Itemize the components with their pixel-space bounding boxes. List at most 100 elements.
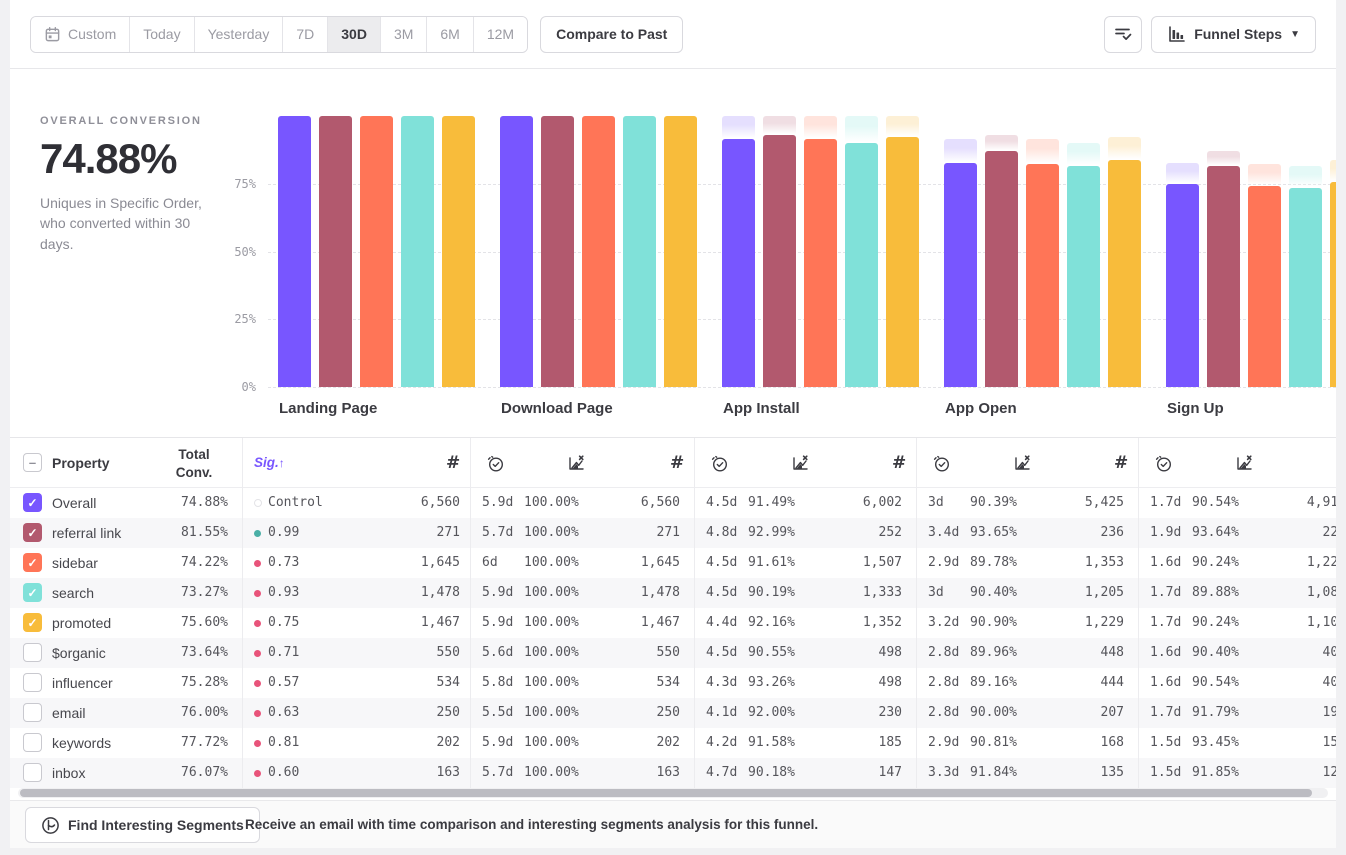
property-label: referral link xyxy=(52,518,121,548)
step-count-1: 550 xyxy=(340,638,460,668)
view-selector-label: Funnel Steps xyxy=(1194,26,1282,42)
find-interesting-segments-button[interactable]: Find Interesting Segments xyxy=(25,807,260,843)
step-time-3: 4.1d xyxy=(706,698,737,728)
checkbox-checked[interactable]: ✓ xyxy=(23,583,42,602)
step-time-5: 1.7d xyxy=(1150,578,1181,608)
property-label: $organic xyxy=(52,638,106,668)
horizontal-scrollbar-track[interactable] xyxy=(18,788,1328,798)
compare-to-past-label: Compare to Past xyxy=(556,26,667,42)
step-count-1: 1,645 xyxy=(340,548,460,578)
bar-ghost-Overall-3 xyxy=(944,139,977,163)
chart-bar-Overall-4[interactable] xyxy=(1166,184,1199,387)
chart-bar-search-4[interactable] xyxy=(1289,188,1322,387)
step-time-3: 4.8d xyxy=(706,518,737,548)
chart-bar-promoted-1[interactable] xyxy=(664,116,697,387)
column-header-conversion-3 conversion-chart-icon[interactable] xyxy=(790,438,810,488)
step-count-4: 444 xyxy=(1004,668,1124,698)
toolbar-right: Funnel Steps ▼ xyxy=(1104,16,1316,53)
chart-bar-sidebar-4[interactable] xyxy=(1248,186,1281,387)
column-header-time-5 stopwatch-check-icon[interactable] xyxy=(1154,438,1173,488)
step-time-2: 5.8d xyxy=(482,668,513,698)
funnel-step-label-1: Landing Page xyxy=(279,400,377,417)
date-range-yesterday[interactable]: Yesterday xyxy=(195,17,284,52)
significance-dot-low xyxy=(254,620,261,627)
column-header-sig[interactable]: Sig.↑ xyxy=(254,438,285,488)
column-header-conversion-2 conversion-chart-icon[interactable] xyxy=(566,438,586,488)
step-count-2: 1,467 xyxy=(560,608,680,638)
property-label: search xyxy=(52,578,94,608)
step-count-4: 207 xyxy=(1004,698,1124,728)
filter-check-icon[interactable] xyxy=(1104,16,1142,53)
chart-bar-promoted-2[interactable] xyxy=(886,137,919,387)
checkbox-checked[interactable]: ✓ xyxy=(23,553,42,572)
date-range-custom[interactable]: Custom xyxy=(31,17,130,52)
chart-bar-Overall-0[interactable] xyxy=(278,116,311,387)
column-header-conversion-4 conversion-chart-icon[interactable] xyxy=(1012,438,1032,488)
sig-value: 0.63 xyxy=(268,698,299,728)
checkbox-checked[interactable]: ✓ xyxy=(23,493,42,512)
column-header-count-2[interactable]: # xyxy=(670,438,684,488)
date-range-7d[interactable]: 7D xyxy=(283,17,328,52)
chart-bar-promoted-0[interactable] xyxy=(442,116,475,387)
checkbox-unchecked[interactable] xyxy=(23,733,42,752)
column-header-count-3[interactable]: # xyxy=(892,438,906,488)
sig-value: 0.57 xyxy=(268,668,299,698)
chart-bar-Overall-3[interactable] xyxy=(944,163,977,387)
bar-ghost-sidebar-2 xyxy=(804,116,837,139)
date-range-label: 12M xyxy=(487,26,514,42)
compare-to-past-button[interactable]: Compare to Past xyxy=(540,16,683,53)
chart-bar-sidebar-0[interactable] xyxy=(360,116,393,387)
step-count-5: 4,912 xyxy=(1226,488,1336,518)
checkbox-unchecked[interactable] xyxy=(23,643,42,662)
checkbox-unchecked[interactable] xyxy=(23,703,42,722)
chart-bar-referral-link-2[interactable] xyxy=(763,135,796,387)
column-header-count-1[interactable]: # xyxy=(446,438,460,488)
chart-bar-referral-link-1[interactable] xyxy=(541,116,574,387)
checkbox-checked[interactable]: ✓ xyxy=(23,523,42,542)
step-time-3: 4.5d xyxy=(706,638,737,668)
chart-bar-Overall-1[interactable] xyxy=(500,116,533,387)
column-header-time-2 stopwatch-check-icon[interactable] xyxy=(486,438,505,488)
chart-bar-search-1[interactable] xyxy=(623,116,656,387)
step-count-3: 6,002 xyxy=(782,488,902,518)
sig-value: 0.60 xyxy=(268,758,299,788)
step-time-4: 3.3d xyxy=(928,758,959,788)
date-range-label: 7D xyxy=(296,26,314,42)
date-range-30d[interactable]: 30D xyxy=(328,17,381,52)
checkbox-unchecked[interactable] xyxy=(23,673,42,692)
bar-ghost-referral-link-2 xyxy=(763,116,796,135)
step-time-2: 5.9d xyxy=(482,728,513,758)
column-header-count-4[interactable]: # xyxy=(1114,438,1128,488)
chart-bar-sidebar-2[interactable] xyxy=(804,139,837,387)
select-all-checkbox[interactable]: – xyxy=(23,453,42,472)
date-range-3m[interactable]: 3M xyxy=(381,17,427,52)
step-time-4: 3.4d xyxy=(928,518,959,548)
chart-bar-Overall-2[interactable] xyxy=(722,139,755,387)
step-time-5: 1.5d xyxy=(1150,758,1181,788)
chart-bar-search-3[interactable] xyxy=(1067,166,1100,387)
chart-bar-sidebar-3[interactable] xyxy=(1026,164,1059,387)
date-range-today[interactable]: Today xyxy=(130,17,194,52)
checkbox-checked[interactable]: ✓ xyxy=(23,613,42,632)
column-header-conversion-5 conversion-chart-icon[interactable] xyxy=(1234,438,1254,488)
column-header-time-3 stopwatch-check-icon[interactable] xyxy=(710,438,729,488)
chart-bar-search-2[interactable] xyxy=(845,143,878,387)
step-count-5: 190 xyxy=(1226,698,1336,728)
chart-bar-referral-link-0[interactable] xyxy=(319,116,352,387)
chart-bar-referral-link-4[interactable] xyxy=(1207,166,1240,387)
chart-bar-promoted-4[interactable] xyxy=(1330,182,1336,387)
chart-bar-search-0[interactable] xyxy=(401,116,434,387)
date-range-6m[interactable]: 6M xyxy=(427,17,473,52)
step-time-4: 2.8d xyxy=(928,698,959,728)
column-header-time-4 stopwatch-check-icon[interactable] xyxy=(932,438,951,488)
step-time-3: 4.5d xyxy=(706,548,737,578)
bar-ghost-search-3 xyxy=(1067,143,1100,166)
date-range-12m[interactable]: 12M xyxy=(474,17,527,52)
checkbox-unchecked[interactable] xyxy=(23,763,42,782)
step-count-3: 147 xyxy=(782,758,902,788)
chart-bar-promoted-3[interactable] xyxy=(1108,160,1141,387)
horizontal-scrollbar-thumb[interactable] xyxy=(20,789,1312,797)
chart-bar-sidebar-1[interactable] xyxy=(582,116,615,387)
chart-bar-referral-link-3[interactable] xyxy=(985,151,1018,387)
view-selector-button[interactable]: Funnel Steps ▼ xyxy=(1151,16,1316,53)
